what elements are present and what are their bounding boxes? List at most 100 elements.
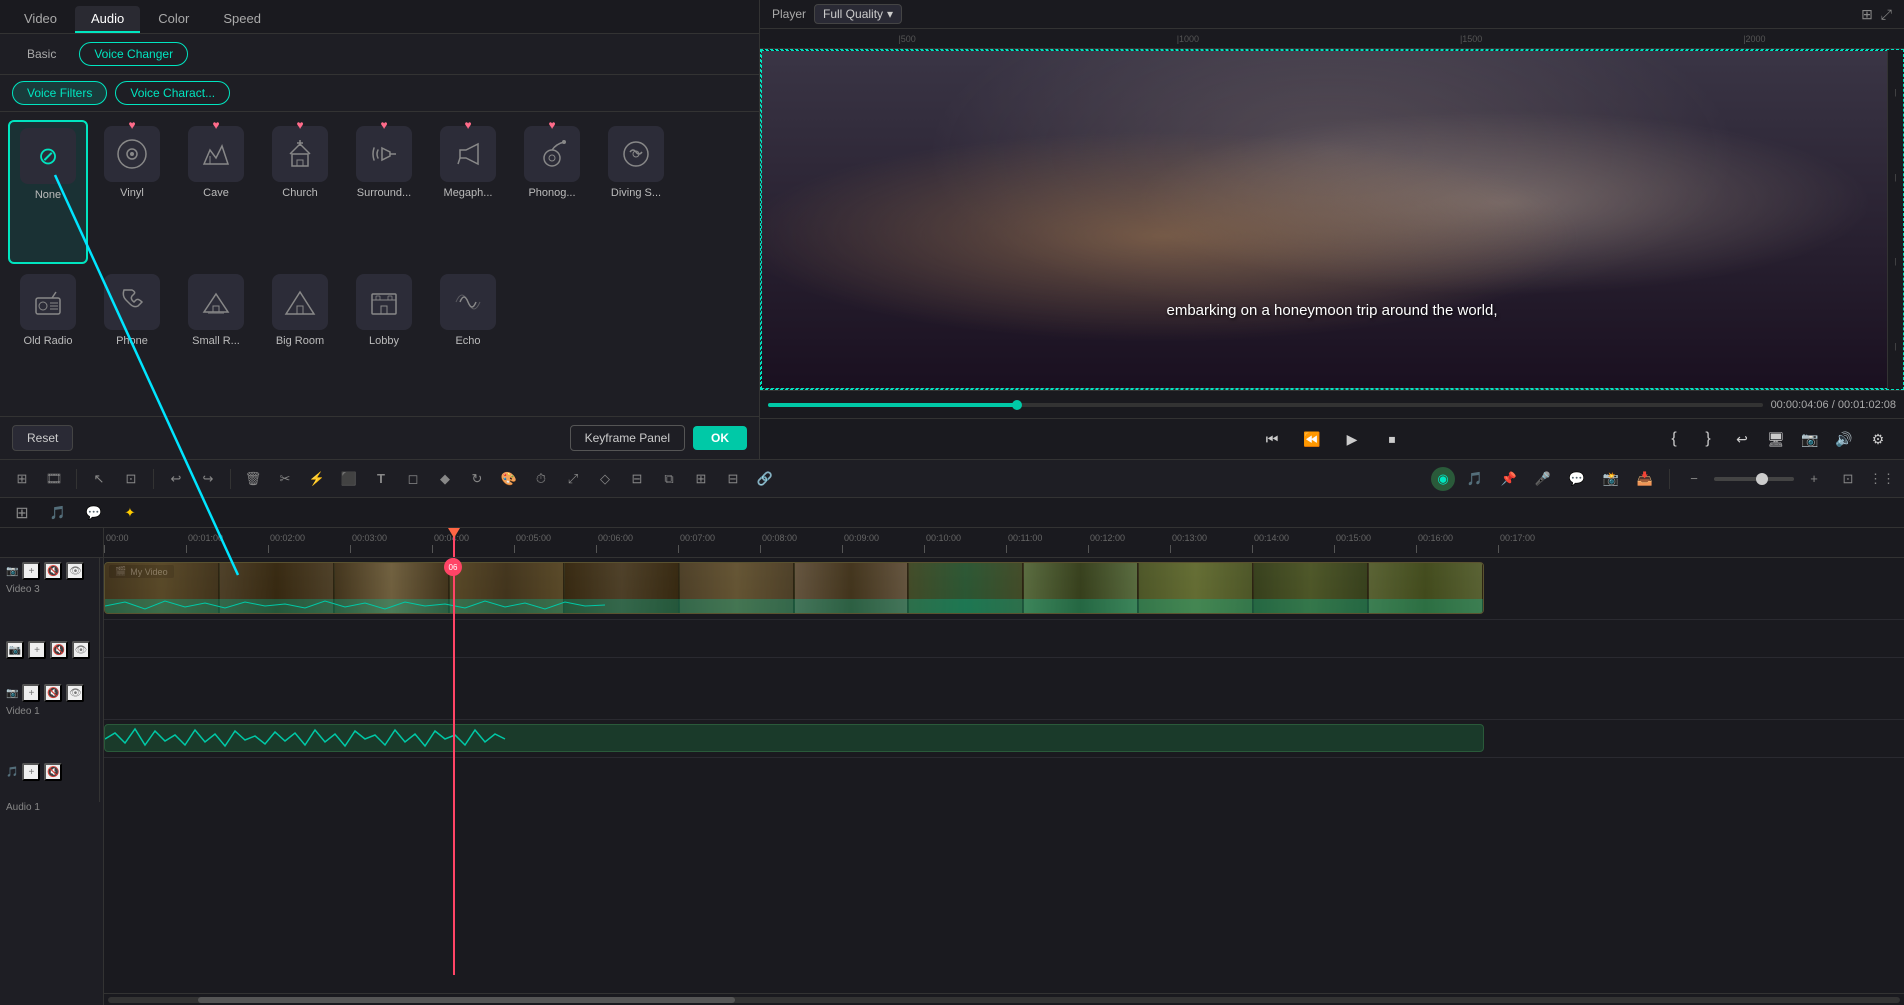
subtab-basic[interactable]: Basic <box>12 42 71 66</box>
volume-icon[interactable]: 🔊 <box>1830 425 1858 453</box>
ripple-icon[interactable]: ⊡ <box>117 465 145 493</box>
color-icon[interactable]: 🎨 <box>495 465 523 493</box>
media-icon[interactable]: 🎞 <box>40 465 68 493</box>
keyframe-icon[interactable]: ◆ <box>431 465 459 493</box>
add-subtitle-icon[interactable]: 💬 <box>80 499 108 527</box>
filter-item-bigroom[interactable]: Big Room <box>260 268 340 408</box>
marker-icon[interactable]: 📌 <box>1495 465 1523 493</box>
filter-btn-voice-charact[interactable]: Voice Charact... <box>115 81 230 105</box>
ripple-delete-icon[interactable]: ⚡ <box>303 465 331 493</box>
filter-item-none[interactable]: ⊘ None <box>8 120 88 264</box>
tab-speed[interactable]: Speed <box>207 6 277 33</box>
ok-button[interactable]: OK <box>693 426 747 450</box>
rewind-button[interactable]: ⏮ <box>1258 425 1286 453</box>
scrubber-fill <box>768 403 1017 407</box>
step-back-button[interactable]: ⏪ <box>1298 425 1326 453</box>
playhead-marker[interactable]: 06 <box>444 558 462 576</box>
timer-icon[interactable]: ⏱ <box>527 465 555 493</box>
add-track-btn-v2[interactable]: + <box>28 641 46 659</box>
link-icon[interactable]: 🔗 <box>751 465 779 493</box>
snapshot-icon[interactable]: 📸 <box>1597 465 1625 493</box>
filter-item-phonograph[interactable]: ♥ Phonog... <box>512 120 592 264</box>
scrubber-thumb[interactable] <box>1012 400 1022 410</box>
filter-item-oldradio[interactable]: Old Radio <box>8 268 88 408</box>
tab-color[interactable]: Color <box>142 6 205 33</box>
filter-item-church[interactable]: ♥ Church <box>260 120 340 264</box>
add-audio-icon[interactable]: 🎵 <box>44 499 72 527</box>
reset-button[interactable]: Reset <box>12 425 73 451</box>
tab-video[interactable]: Video <box>8 6 73 33</box>
add-track-btn-a1[interactable]: + <box>22 763 40 781</box>
caption-icon[interactable]: 💬 <box>1563 465 1591 493</box>
filter-item-echo[interactable]: Echo <box>428 268 508 408</box>
eye-btn-v3[interactable]: 👁 <box>66 562 84 580</box>
add-track-icon[interactable]: ⊞ <box>8 499 36 527</box>
zoom-thumb[interactable] <box>1756 473 1768 485</box>
undo-button[interactable]: ↩ <box>162 465 190 493</box>
mute-btn-v3[interactable]: 🔇 <box>44 562 62 580</box>
magic-icon[interactable]: ✦ <box>116 499 144 527</box>
cursor-icon[interactable]: ↖ <box>85 465 113 493</box>
eye-btn-v2[interactable]: 👁 <box>72 641 90 659</box>
filter-item-smallroom[interactable]: Small R... <box>176 268 256 408</box>
bracket-left-icon[interactable]: { <box>1660 425 1688 453</box>
audio-icon[interactable]: 🎵 <box>1461 465 1489 493</box>
scrubber-bar[interactable] <box>768 403 1763 407</box>
mute-btn-v2[interactable]: 🔇 <box>50 641 68 659</box>
stop-button[interactable]: ⏹ <box>1378 425 1406 453</box>
audio-clip-audio1[interactable] <box>104 724 1484 752</box>
eye-btn-v1[interactable]: 👁 <box>66 684 84 702</box>
filter-btn-voice-filters[interactable]: Voice Filters <box>12 81 107 105</box>
add-track-btn-v3[interactable]: + <box>22 562 40 580</box>
waveform-icon[interactable]: ◉ <box>1431 467 1455 491</box>
settings-icon[interactable]: ⚙ <box>1864 425 1892 453</box>
screenshot-icon[interactable]: 📷 <box>1796 425 1824 453</box>
more-icon[interactable]: ⋮⋮ <box>1868 465 1896 493</box>
add-track-btn-v1[interactable]: + <box>22 684 40 702</box>
diamond-icon[interactable]: ◇ <box>591 465 619 493</box>
zoom-out-button[interactable]: − <box>1680 465 1708 493</box>
fit-icon[interactable]: ⊡ <box>1834 465 1862 493</box>
sliders-icon[interactable]: ⊟ <box>623 465 651 493</box>
rotate-icon[interactable]: ↻ <box>463 465 491 493</box>
import-icon[interactable]: 📥 <box>1631 465 1659 493</box>
fullscreen-icon[interactable]: ⤢ <box>1881 6 1892 23</box>
bracket-right-icon[interactable]: } <box>1694 425 1722 453</box>
filter-item-surround[interactable]: ♥ Surround... <box>344 120 424 264</box>
timeline-hscroll[interactable] <box>104 993 1904 1005</box>
grid-icon[interactable]: ⊞ <box>1861 6 1873 23</box>
filter-item-lobby[interactable]: Lobby <box>344 268 424 408</box>
tab-audio[interactable]: Audio <box>75 6 140 33</box>
multicam-icon[interactable]: ⊞ <box>687 465 715 493</box>
delete-button[interactable]: 🗑 <box>239 465 267 493</box>
keyframe-panel-button[interactable]: Keyframe Panel <box>570 425 685 451</box>
crop-icon[interactable]: ⬛ <box>335 465 363 493</box>
rotate-left-icon[interactable]: ↩ <box>1728 425 1756 453</box>
zoom-in-button[interactable]: + <box>1800 465 1828 493</box>
mute-btn-v1[interactable]: 🔇 <box>44 684 62 702</box>
hscroll-thumb[interactable] <box>198 997 736 1003</box>
copy-icon[interactable]: ⧉ <box>655 465 683 493</box>
play-button[interactable]: ▶ <box>1338 425 1366 453</box>
heart-icon-phonograph: ♥ <box>548 118 555 132</box>
zoom-slider[interactable] <box>1714 477 1794 481</box>
quality-select[interactable]: Full Quality ▾ <box>814 4 902 24</box>
subtab-voice-changer[interactable]: Voice Changer <box>79 42 188 66</box>
filter-item-phone[interactable]: Phone <box>92 268 172 408</box>
filter-item-cave[interactable]: ♥ Cave <box>176 120 256 264</box>
hscroll-bar[interactable] <box>108 997 1900 1003</box>
filter-item-diving[interactable]: Diving S... <box>596 120 676 264</box>
text-icon[interactable]: T <box>367 465 395 493</box>
mask-icon[interactable]: ◻ <box>399 465 427 493</box>
mute-btn-a1[interactable]: 🔇 <box>44 763 62 781</box>
filter-item-megaphone[interactable]: ♥ Megaph... <box>428 120 508 264</box>
split-button[interactable]: ✂ <box>271 465 299 493</box>
mic-icon[interactable]: 🎤 <box>1529 465 1557 493</box>
expand-icon[interactable]: ⤢ <box>559 465 587 493</box>
redo-button[interactable]: ↪ <box>194 465 222 493</box>
scenes-icon[interactable]: ⊞ <box>8 465 36 493</box>
filter-item-vinyl[interactable]: ♥ Vinyl <box>92 120 172 264</box>
split-view-icon[interactable]: ⊟ <box>719 465 747 493</box>
monitor-icon[interactable]: 🖥 <box>1762 425 1790 453</box>
video-clip-video3[interactable]: 🎬 My Video <box>104 562 1484 614</box>
